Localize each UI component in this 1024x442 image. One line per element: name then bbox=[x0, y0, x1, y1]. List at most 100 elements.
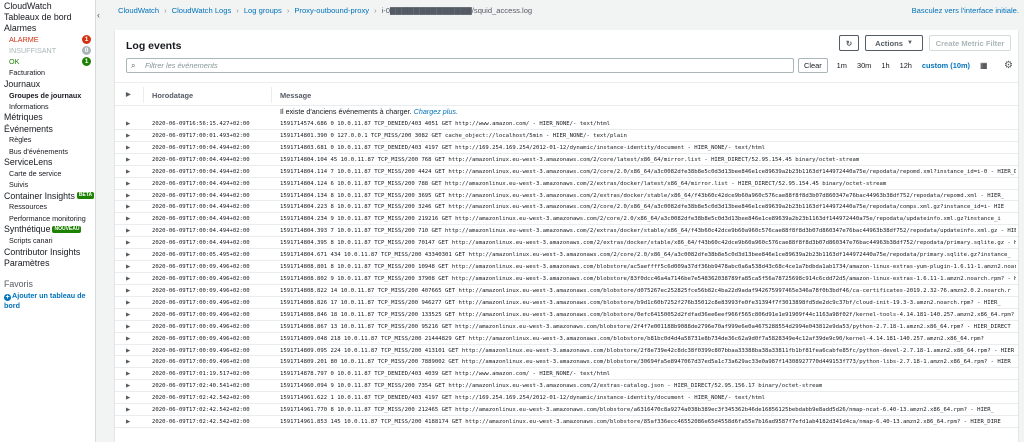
expand-row-icon[interactable]: ▶ bbox=[126, 228, 130, 234]
log-event-row[interactable]: ▶ 2020-06-09T17:00:09.496+02:00 1591714808… bbox=[115, 261, 1018, 273]
collapse-sidebar-icon[interactable]: ‹ bbox=[97, 10, 107, 20]
sidebar-item-0[interactable]: CloudWatch bbox=[0, 0, 95, 11]
time-range-option[interactable]: 12h bbox=[895, 58, 917, 73]
sidebar-item-17[interactable]: Container Insights BÊTA bbox=[0, 190, 95, 201]
log-event-row[interactable]: ▶ 2020-06-09T17:00:04.494+02:00 1591714804… bbox=[115, 190, 1018, 202]
sidebar-item-2[interactable]: Alarmes bbox=[0, 22, 95, 33]
sidebar-item-20[interactable]: Synthétique NOUVEAU bbox=[0, 224, 95, 235]
sidebar-item-19[interactable]: Performance monitoring bbox=[0, 213, 95, 224]
sidebar-item-14[interactable]: ServiceLens bbox=[0, 157, 95, 168]
sidebar-item-9[interactable]: Informations bbox=[0, 101, 95, 112]
log-event-row[interactable]: ▶ 2020-06-09T17:00:09.496+02:00 1591714809… bbox=[115, 345, 1018, 357]
expand-row-icon[interactable]: ▶ bbox=[126, 395, 130, 401]
sidebar-item-8[interactable]: Groupes de journaux bbox=[0, 90, 95, 101]
sidebar-item-4[interactable]: INSUFFISANT 0 bbox=[0, 45, 95, 56]
time-range-option[interactable]: 30m bbox=[852, 58, 876, 73]
refresh-button[interactable]: ↻ bbox=[839, 35, 859, 51]
time-range-option[interactable]: 1h bbox=[876, 58, 894, 73]
sidebar-item-13[interactable]: Bus d'événements bbox=[0, 145, 95, 156]
log-event-row[interactable]: ▶ 2020-06-09T17:00:09.496+02:00 1591714809… bbox=[115, 333, 1018, 345]
expand-row-icon[interactable]: ▶ bbox=[126, 181, 130, 187]
sidebar-item-12[interactable]: Règles bbox=[0, 134, 95, 145]
time-range-option[interactable]: 1m bbox=[832, 58, 852, 73]
column-header-timestamp[interactable]: Horodatage bbox=[152, 91, 193, 100]
log-event-row[interactable]: ▶ 2020-06-09T17:00:04.494+02:00 1591714804… bbox=[115, 154, 1018, 166]
log-event-row[interactable]: ▶ 2020-06-09T17:00:09.496+02:00 1591714809… bbox=[115, 356, 1018, 369]
load-more-link[interactable]: Chargez plus. bbox=[414, 107, 458, 116]
expand-row-icon[interactable]: ▶ bbox=[126, 157, 130, 163]
time-range-option[interactable]: custom (10m) bbox=[917, 58, 975, 73]
log-event-row[interactable]: ▶ 2020-06-09T17:00:09.496+02:00 1591714808… bbox=[115, 273, 1018, 285]
expand-row-icon[interactable]: ▶ bbox=[126, 324, 130, 330]
breadcrumb-item[interactable]: CloudWatch bbox=[118, 6, 159, 15]
expand-row-icon[interactable]: ▶ bbox=[126, 121, 130, 127]
breadcrumb-item[interactable]: Log groups bbox=[244, 6, 282, 15]
sidebar-item-15[interactable]: Carte de service bbox=[0, 168, 95, 179]
sidebar-item-6[interactable]: Facturation bbox=[0, 67, 95, 78]
log-event-row[interactable]: ▶ 2020-06-09T17:00:04.494+02:00 1591714804… bbox=[115, 178, 1018, 190]
expand-row-icon[interactable]: ▶ bbox=[126, 336, 130, 342]
log-event-row[interactable]: ▶ 2020-06-09T17:00:09.496+02:00 1591714808… bbox=[115, 309, 1018, 321]
breadcrumb-item[interactable]: Proxy-outbound-proxy bbox=[294, 6, 369, 15]
log-event-row[interactable]: ▶ 2020-06-09T17:00:04.494+02:00 1591714803… bbox=[115, 142, 1018, 154]
sidebar-item-22[interactable]: Contributor Insights bbox=[0, 246, 95, 257]
expand-row-icon[interactable]: ▶ bbox=[126, 252, 130, 258]
sidebar-item-16[interactable]: Suivis bbox=[0, 179, 95, 190]
expand-row-icon[interactable]: ▶ bbox=[126, 312, 130, 318]
add-favorite-dashboard-link[interactable]: + Ajouter un tableau de bord bbox=[0, 291, 95, 310]
log-event-row[interactable]: ▶ 2020-06-09T17:00:04.494+02:00 1591714804… bbox=[115, 201, 1018, 214]
filter-events-box[interactable]: ⌕ bbox=[126, 58, 794, 73]
expand-row-icon[interactable]: ▶ bbox=[126, 371, 130, 377]
log-event-row[interactable]: ▶ 2020-06-09T17:02:40.541+02:00 1591714960… bbox=[115, 380, 1018, 393]
log-event-row[interactable]: ▶ 2020-06-09T17:02:42.542+02:00 1591714961… bbox=[115, 404, 1018, 417]
log-event-row[interactable]: ▶ 2020-06-09T17:00:09.496+02:00 1591714808… bbox=[115, 285, 1018, 297]
sidebar-item-18[interactable]: Ressources bbox=[0, 201, 95, 212]
sidebar-item-23[interactable]: Paramètres bbox=[0, 257, 95, 268]
sidebar-item-7[interactable]: Journaux bbox=[0, 78, 95, 89]
switch-classic-link[interactable]: Basculez vers l'interface initiale. bbox=[912, 6, 1019, 15]
expand-row-icon[interactable]: ▶ bbox=[126, 204, 130, 210]
log-event-row[interactable]: ▶ 2020-06-09T17:00:04.494+02:00 1591714804… bbox=[115, 225, 1018, 238]
log-event-row[interactable]: ▶ 2020-06-09T16:56:15.427+02:00 1591714574… bbox=[115, 118, 1018, 130]
log-event-row[interactable]: ▶ 2020-06-09T17:00:04.494+02:00 1591714804… bbox=[115, 237, 1018, 250]
expand-row-icon[interactable]: ▶ bbox=[126, 240, 130, 246]
expand-row-icon[interactable]: ▶ bbox=[126, 407, 130, 413]
sidebar-item-21[interactable]: Scripts canari bbox=[0, 235, 95, 246]
expand-row-icon[interactable]: ▶ bbox=[126, 133, 130, 139]
sidebar-item-11[interactable]: Événements bbox=[0, 123, 95, 134]
expand-row-icon[interactable]: ▶ bbox=[126, 288, 130, 294]
log-event-row[interactable]: ▶ 2020-06-09T17:02:42.542+02:00 1591714961… bbox=[115, 392, 1018, 405]
log-event-row[interactable]: ▶ 2020-06-09T17:00:01.493+02:00 1591714801… bbox=[115, 130, 1018, 142]
log-event-row[interactable]: ▶ 2020-06-09T17:00:09.496+02:00 1591714808… bbox=[115, 321, 1018, 333]
expand-row-icon[interactable]: ▶ bbox=[126, 169, 130, 175]
expand-row-icon[interactable]: ▶ bbox=[126, 216, 130, 222]
sidebar-item-5[interactable]: OK 1 bbox=[0, 56, 95, 67]
log-event-row[interactable]: ▶ 2020-06-09T17:00:09.496+02:00 1591714808… bbox=[115, 297, 1018, 309]
expand-row-icon[interactable]: ▶ bbox=[126, 419, 130, 425]
log-event-row[interactable]: ▶ 2020-06-09T17:02:42.542+02:00 1591714961… bbox=[115, 416, 1018, 428]
expand-row-icon[interactable]: ▶ bbox=[126, 359, 130, 365]
create-metric-filter-button[interactable]: Create Metric Filter bbox=[929, 35, 1011, 51]
calendar-icon[interactable]: ▦ bbox=[975, 58, 993, 73]
sidebar-item-10[interactable]: Métriques bbox=[0, 112, 95, 123]
log-event-row[interactable]: ▶ 2020-06-09T17:00:04.494+02:00 1591714804… bbox=[115, 213, 1018, 226]
settings-gear-icon[interactable]: ⚙ bbox=[1004, 60, 1013, 71]
expand-row-icon[interactable]: ▶ bbox=[126, 300, 130, 306]
filter-events-input[interactable] bbox=[145, 60, 785, 71]
sidebar-item-1[interactable]: Tableaux de bord bbox=[0, 11, 95, 22]
expand-row-icon[interactable]: ▶ bbox=[126, 264, 130, 270]
column-header-message[interactable]: Message bbox=[280, 91, 311, 100]
expand-row-icon[interactable]: ▶ bbox=[126, 276, 130, 282]
sidebar-item-3[interactable]: ALARME 1 bbox=[0, 34, 95, 45]
expand-all-icon[interactable]: ▶ bbox=[126, 91, 131, 98]
clear-time-button[interactable]: Clear bbox=[798, 58, 828, 73]
breadcrumb-item[interactable]: CloudWatch Logs bbox=[172, 6, 232, 15]
expand-row-icon[interactable]: ▶ bbox=[126, 193, 130, 199]
log-event-row[interactable]: ▶ 2020-06-09T17:00:05.495+02:00 1591714804… bbox=[115, 249, 1018, 262]
log-event-row[interactable]: ▶ 2020-06-09T17:01:19.517+02:00 1591714878… bbox=[115, 368, 1018, 381]
expand-row-icon[interactable]: ▶ bbox=[126, 145, 130, 151]
expand-row-icon[interactable]: ▶ bbox=[126, 348, 130, 354]
log-event-row[interactable]: ▶ 2020-06-09T17:00:04.494+02:00 1591714804… bbox=[115, 166, 1018, 178]
expand-row-icon[interactable]: ▶ bbox=[126, 383, 130, 389]
actions-button[interactable]: Actions ▼ bbox=[865, 35, 923, 51]
